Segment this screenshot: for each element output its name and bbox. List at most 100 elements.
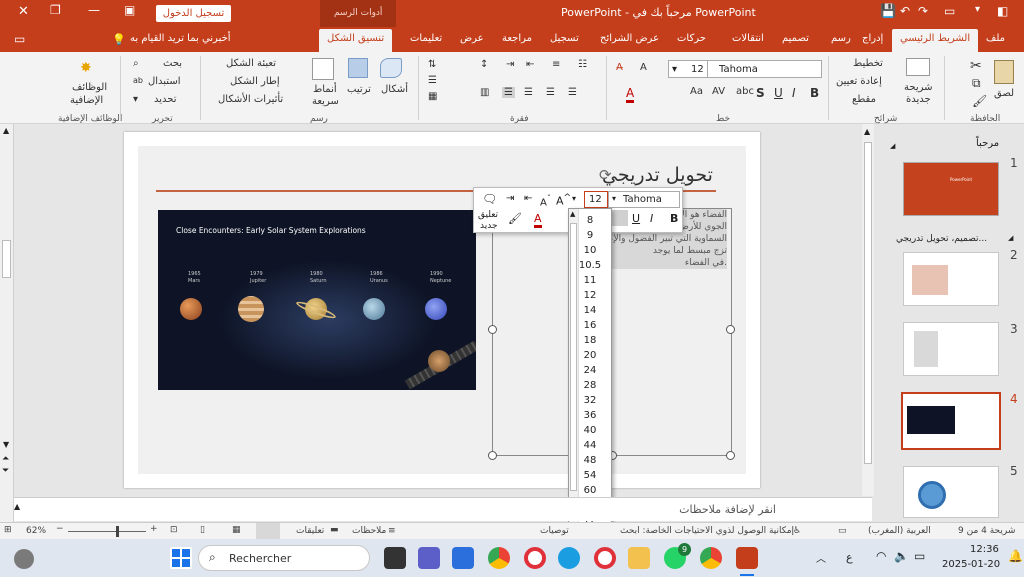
tab-review[interactable]: مراجعة	[502, 33, 532, 44]
zoom-level[interactable]: 62%	[26, 526, 46, 536]
spacing-button[interactable]: AV	[712, 86, 725, 97]
tell-me-search[interactable]: أخبرني بما تريد القيام به	[130, 33, 231, 44]
file-explorer-icon[interactable]	[628, 547, 650, 569]
format-painter-icon[interactable]: 🖌	[972, 94, 987, 108]
resize-handle[interactable]	[488, 451, 497, 460]
clock-date[interactable]: 2025-01-20	[942, 559, 1000, 570]
comments-toggle-icon[interactable]: ▬	[330, 525, 339, 535]
text-direction-icon[interactable]: ⇅	[428, 59, 436, 70]
tab-slideshow[interactable]: عرض الشرائح	[600, 33, 659, 44]
shapes-label[interactable]: أشكال	[381, 84, 408, 95]
mini-font-box[interactable]: ▾ Tahoma	[608, 191, 680, 208]
resize-handle[interactable]	[726, 451, 735, 460]
prev-slide-icon[interactable]: ⏶	[2, 454, 9, 464]
task-view-icon[interactable]	[384, 547, 406, 569]
reset-button[interactable]: إعادة تعيين	[836, 76, 882, 87]
find-button[interactable]: بحث	[163, 58, 182, 69]
zoom-out-icon[interactable]: −	[56, 524, 64, 534]
minimize-icon[interactable]: —	[88, 3, 100, 17]
tray-chevron-icon[interactable]: ︿	[816, 550, 826, 565]
font-color-button[interactable]: A	[626, 86, 635, 103]
select-button[interactable]: تحديد	[154, 94, 177, 105]
notes-pane[interactable]: انقر لإضافة ملاحظات ▲	[14, 497, 872, 521]
addins-label-2[interactable]: الإضافية	[70, 95, 103, 106]
copy-icon[interactable]: ⧉	[972, 76, 981, 91]
restore-icon[interactable]: ❐	[50, 3, 61, 17]
new-slide-icon[interactable]	[906, 58, 930, 76]
line-spacing-icon[interactable]: ↕	[480, 59, 488, 70]
section-title-1[interactable]: مرحباً	[976, 138, 999, 149]
text-box[interactable]: الفضاء هو الا الجوي للأرض السماوية التي …	[492, 208, 732, 456]
opera-gx-icon[interactable]	[594, 547, 616, 569]
case-button[interactable]: Aa	[690, 86, 703, 97]
undo-icon[interactable]: ↶	[900, 4, 910, 18]
tab-view[interactable]: عرض	[460, 33, 484, 44]
clock-time[interactable]: 12:36	[970, 544, 999, 555]
canvas-scroll-up-icon[interactable]: ▲	[864, 127, 870, 136]
quick-styles-label-1[interactable]: أنماط	[313, 84, 337, 95]
new-slide-label-1[interactable]: شريحة	[904, 82, 933, 93]
chrome-icon[interactable]	[488, 547, 510, 569]
store-icon[interactable]	[452, 547, 474, 569]
wifi-icon[interactable]: ◠	[876, 549, 886, 563]
underline-button[interactable]: U	[774, 86, 783, 100]
mini-italic-button[interactable]: I	[650, 212, 653, 225]
solar-system-image[interactable]: Close Encounters: Early Solar System Exp…	[158, 210, 476, 390]
editor-scrollbar[interactable]: ▲ ▼ ⏶ ⏷	[0, 124, 14, 522]
mini-bold-button[interactable]: B	[670, 212, 678, 225]
quick-styles-icon[interactable]	[312, 58, 334, 80]
opera-icon[interactable]	[524, 547, 546, 569]
chrome-icon-2[interactable]	[700, 547, 722, 569]
section-title-2[interactable]: تصميم، تحويل تدريجي...	[896, 234, 987, 244]
shadow-button[interactable]: S	[756, 86, 765, 100]
mini-format-painter-icon[interactable]: 🖌	[508, 212, 522, 225]
indent-decrease-icon[interactable]: ⇤	[526, 59, 534, 70]
tab-design[interactable]: تصميم	[782, 33, 809, 44]
scroll-down-icon[interactable]: ▼	[3, 440, 9, 449]
resize-handle[interactable]	[488, 325, 497, 334]
indent-increase-icon[interactable]: ⇥	[506, 59, 514, 70]
mini-underline-button[interactable]: U	[632, 212, 640, 225]
ribbon-display-icon[interactable]: ▣	[124, 3, 135, 17]
scroll-up-icon[interactable]: ▲	[3, 126, 9, 135]
arrange-icon[interactable]	[348, 58, 368, 78]
strike-button[interactable]: abc	[736, 86, 754, 97]
new-comment-icon[interactable]: 🗨	[482, 192, 497, 206]
taskbar-search[interactable]: ⌕ Rechercher	[198, 545, 370, 571]
align-left-icon[interactable]: ☰	[524, 87, 533, 98]
section-button[interactable]: مقطع	[852, 94, 876, 105]
cut-icon[interactable]: ✂	[970, 58, 982, 74]
comments-toggle[interactable]: تعليقات	[296, 526, 324, 536]
resize-handle[interactable]	[726, 325, 735, 334]
tab-shape-format[interactable]: تنسيق الشكل	[319, 29, 393, 52]
clear-format-icon[interactable]: A̶	[616, 62, 623, 73]
mini-font-color-icon[interactable]: A	[534, 212, 542, 228]
new-slide-label-2[interactable]: جديدة	[906, 94, 931, 105]
new-comment-label-1[interactable]: تعليق	[478, 210, 498, 220]
weather-icon[interactable]	[14, 549, 34, 569]
font-size-box[interactable]: ▾ 12	[668, 60, 708, 78]
volume-icon[interactable]: 🔈	[894, 549, 909, 563]
tab-help[interactable]: تعليمات	[410, 33, 442, 44]
tab-transitions[interactable]: انتقالات	[732, 33, 764, 44]
close-icon[interactable]: ✕	[18, 4, 29, 19]
rotate-handle-icon[interactable]: ⟳	[599, 166, 612, 184]
addins-icon[interactable]: ✸	[80, 60, 92, 76]
mini-align-icon[interactable]	[612, 210, 628, 226]
mini-size-dropdown-icon[interactable]: ▾	[572, 194, 576, 203]
next-slide-icon[interactable]: ⏷	[2, 466, 9, 476]
slide[interactable]: تحويل تدريجي Close Encounters: Early Sol…	[124, 132, 760, 488]
notes-placeholder[interactable]: انقر لإضافة ملاحظات	[679, 503, 776, 516]
paste-label[interactable]: لصق	[994, 88, 1014, 99]
notes-toggle-icon[interactable]: ≡	[388, 526, 396, 536]
notes-toggle[interactable]: ملاحظات	[352, 526, 386, 536]
shape-outline-button[interactable]: إطار الشكل	[230, 76, 280, 87]
powerpoint-icon[interactable]	[736, 547, 758, 569]
normal-view-icon[interactable]	[256, 523, 280, 539]
slide-thumbnail-4[interactable]	[901, 392, 1001, 450]
slide-thumbnail-3[interactable]	[903, 322, 999, 376]
columns-icon[interactable]: ▥	[480, 87, 489, 98]
numbering-icon[interactable]: ≡	[552, 59, 560, 70]
present-icon[interactable]: ▭	[944, 4, 955, 18]
slide-thumbnail-1[interactable]: PowerPoint	[903, 162, 999, 216]
